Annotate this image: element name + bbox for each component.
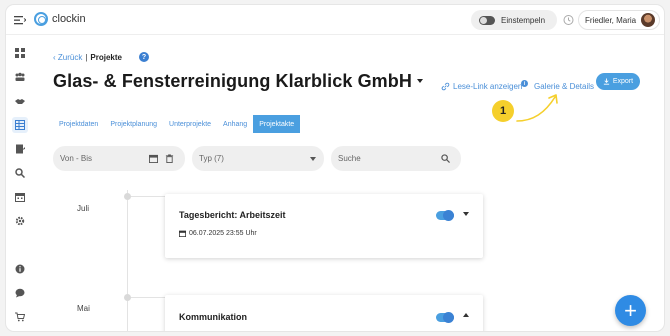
- timeline-line: [127, 190, 128, 331]
- app-logo[interactable]: clockin: [34, 12, 86, 26]
- breadcrumb: ‹ Zurück | Projekte ?: [53, 52, 149, 62]
- card-date-text: 06.07.2025 23:55 Uhr: [189, 230, 257, 237]
- avatar: [641, 13, 656, 27]
- export-label: Export: [612, 78, 634, 85]
- menu-icon[interactable]: [14, 14, 26, 26]
- timeline-dot: [124, 294, 131, 301]
- timeline-card[interactable]: Kommunikation: [165, 295, 483, 331]
- tab-projektakte[interactable]: Projektakte: [253, 115, 301, 133]
- chevron-down-icon[interactable]: [463, 212, 469, 216]
- sidebar: [6, 35, 34, 331]
- top-bar: clockin Einstempeln Friedler, Maria: [6, 5, 664, 35]
- page-title: Glas- & Fensterreinigung Klarblick GmbH: [53, 71, 412, 91]
- visibility-toggle[interactable]: [436, 210, 454, 221]
- handshake-icon[interactable]: [12, 93, 28, 109]
- search-icon[interactable]: [441, 154, 450, 163]
- type-select[interactable]: Typ (7): [192, 146, 324, 171]
- calendar-icon[interactable]: [149, 154, 158, 163]
- clock-in-toggle[interactable]: Einstempeln: [471, 10, 557, 30]
- visibility-toggle[interactable]: [436, 312, 454, 323]
- annotation-arrow-icon: [516, 94, 558, 122]
- info-icon[interactable]: i: [521, 80, 528, 87]
- timeline-branch: [131, 196, 165, 197]
- user-menu[interactable]: Friedler, Maria: [578, 10, 660, 30]
- chevron-up-icon[interactable]: [463, 313, 469, 317]
- cart-icon[interactable]: [12, 309, 28, 325]
- card-date: 06.07.2025 23:55 Uhr: [179, 230, 257, 237]
- month-label: Juli: [77, 204, 90, 213]
- tab-anhang[interactable]: Anhang: [217, 115, 253, 133]
- chevron-down-icon[interactable]: [417, 79, 423, 83]
- toggle-switch-icon: [479, 15, 495, 25]
- history-icon[interactable]: [562, 14, 574, 26]
- date-range-input[interactable]: Von - Bis: [53, 146, 185, 171]
- reports-icon[interactable]: [12, 141, 28, 157]
- info-icon[interactable]: [12, 261, 28, 277]
- projects-icon[interactable]: [12, 117, 28, 133]
- month-label: Mai: [77, 304, 90, 313]
- card-title: Kommunikation: [179, 312, 248, 322]
- trash-icon[interactable]: [165, 154, 174, 163]
- add-button[interactable]: +: [615, 295, 646, 326]
- back-label: Zurück: [57, 52, 83, 62]
- timeline-branch: [131, 297, 165, 298]
- tab-projektdaten[interactable]: Projektdaten: [53, 115, 104, 133]
- link-icon: [441, 82, 450, 91]
- clock-in-label: Einstempeln: [501, 15, 546, 25]
- dashboard-icon[interactable]: [12, 45, 28, 61]
- team-icon[interactable]: [12, 69, 28, 85]
- search-icon[interactable]: [12, 165, 28, 181]
- timeline-card[interactable]: Tagesbericht: Arbeitszeit 06.07.2025 23:…: [165, 194, 483, 258]
- search-input[interactable]: Suche: [331, 146, 461, 171]
- back-link[interactable]: ‹ Zurück: [53, 53, 82, 62]
- app-name: clockin: [52, 13, 86, 25]
- breadcrumb-separator: |: [85, 52, 88, 62]
- timeline-dot: [124, 193, 131, 200]
- card-title: Tagesbericht: Arbeitszeit: [179, 210, 286, 220]
- logo-icon: [34, 12, 48, 26]
- calendar-icon[interactable]: [12, 189, 28, 205]
- tab-projektplanung[interactable]: Projektplanung: [104, 115, 163, 133]
- app-window: clockin Einstempeln Friedler, Maria ‹ Zu…: [6, 5, 664, 331]
- date-range-placeholder: Von - Bis: [60, 154, 93, 163]
- calendar-icon: [179, 230, 186, 237]
- settings-icon[interactable]: [12, 213, 28, 229]
- type-select-label: Typ (7): [199, 154, 224, 163]
- chevron-down-icon: [310, 157, 316, 161]
- export-button[interactable]: Export: [596, 73, 640, 90]
- tab-unterprojekte[interactable]: Unterprojekte: [163, 115, 217, 133]
- tab-bar: Projektdaten Projektplanung Unterprojekt…: [53, 115, 301, 133]
- help-icon[interactable]: ?: [139, 52, 149, 62]
- user-name: Friedler, Maria: [585, 15, 637, 25]
- download-icon: [603, 78, 609, 85]
- search-placeholder: Suche: [338, 154, 361, 163]
- breadcrumb-current: Projekte: [90, 52, 122, 62]
- chat-icon[interactable]: [12, 285, 28, 301]
